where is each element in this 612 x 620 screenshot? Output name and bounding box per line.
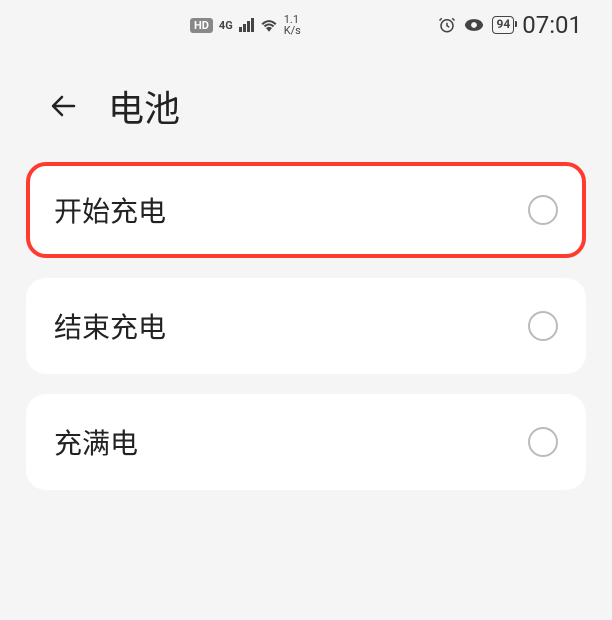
back-arrow-icon [48,90,80,122]
option-label: 结束充电 [54,306,166,346]
back-button[interactable] [48,90,80,122]
radio-button[interactable] [528,427,558,457]
status-bar: HD 4G 1.1 K/s 94 07:01 [0,0,612,50]
option-fully-charged[interactable]: 充满电 [26,394,586,490]
radio-button[interactable] [528,311,558,341]
wifi-icon [260,18,278,32]
header: 电池 [0,50,612,162]
radio-button[interactable] [528,195,558,225]
option-start-charging[interactable]: 开始充电 [26,162,586,258]
status-left: HD 4G 1.1 K/s [190,14,301,36]
status-right: 94 07:01 [438,11,582,39]
option-stop-charging[interactable]: 结束充电 [26,278,586,374]
options-list: 开始充电 结束充电 充满电 [0,162,612,490]
alarm-icon [438,16,456,34]
option-label: 开始充电 [54,190,166,230]
hd-icon: HD [190,18,213,33]
network-speed: 1.1 K/s [284,14,301,36]
option-label: 充满电 [54,422,138,462]
page-title: 电池 [108,80,180,132]
eye-icon [464,18,484,32]
network-type: 4G [219,19,233,32]
clock: 07:01 [522,11,582,39]
battery-icon: 94 [492,16,514,34]
signal-icon [239,18,254,32]
